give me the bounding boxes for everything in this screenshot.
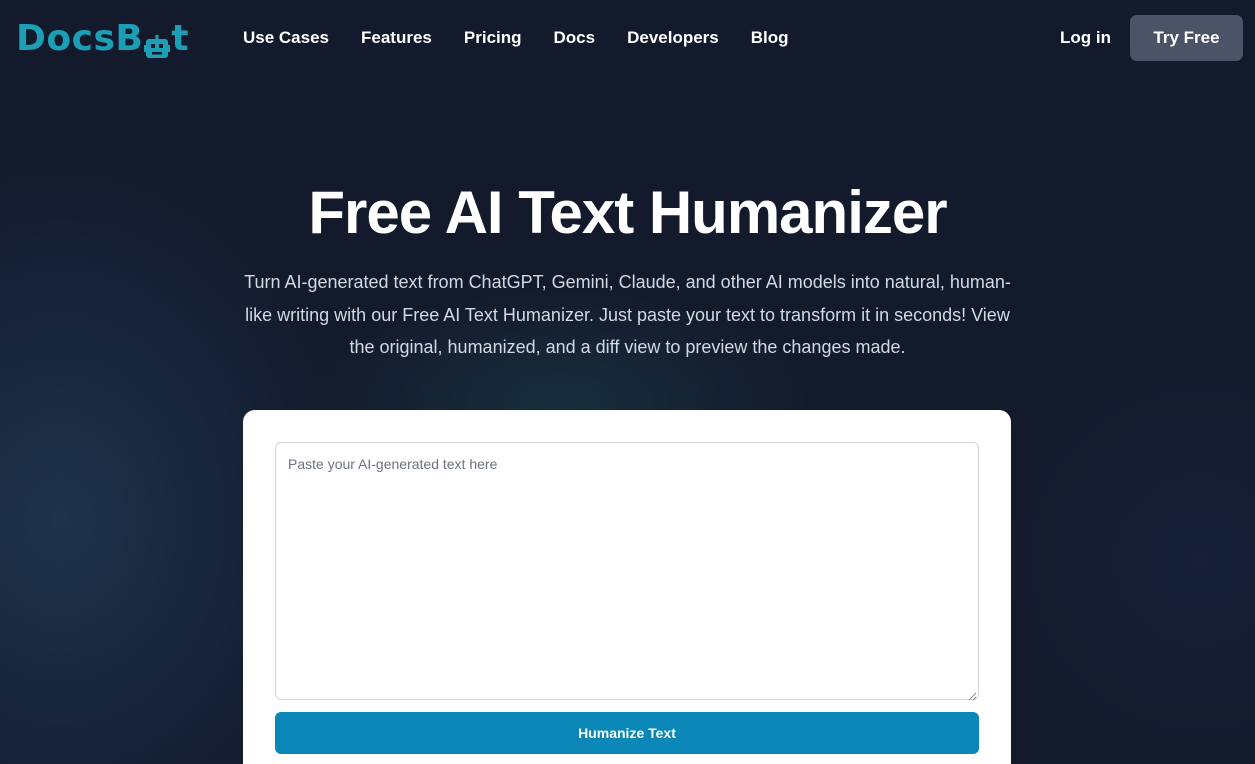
- logo-text-right: t: [171, 17, 190, 59]
- page-title: Free AI Text Humanizer: [308, 179, 947, 246]
- docsbot-logo[interactable]: DocsB t: [16, 17, 190, 59]
- try-free-button[interactable]: Try Free: [1130, 15, 1243, 61]
- text-input[interactable]: [275, 442, 979, 700]
- nav-features[interactable]: Features: [361, 28, 432, 48]
- nav-blog[interactable]: Blog: [751, 28, 789, 48]
- login-link[interactable]: Log in: [1060, 28, 1111, 48]
- humanizer-card: Humanize Text: [243, 410, 1011, 764]
- logo-text-left: DocsB: [16, 17, 144, 59]
- main-nav: Use Cases Features Pricing Docs Develope…: [243, 28, 821, 48]
- site-header: DocsB t Use Cases Features Pricing Docs …: [0, 0, 1255, 77]
- resize-grip-icon[interactable]: [967, 688, 977, 701]
- nav-docs[interactable]: Docs: [554, 28, 596, 48]
- robot-icon: [144, 29, 171, 58]
- nav-pricing[interactable]: Pricing: [464, 28, 522, 48]
- nav-use-cases[interactable]: Use Cases: [243, 28, 329, 48]
- nav-developers[interactable]: Developers: [627, 28, 719, 48]
- humanize-text-button[interactable]: Humanize Text: [275, 712, 979, 754]
- page-subtitle: Turn AI-generated text from ChatGPT, Gem…: [244, 272, 1011, 357]
